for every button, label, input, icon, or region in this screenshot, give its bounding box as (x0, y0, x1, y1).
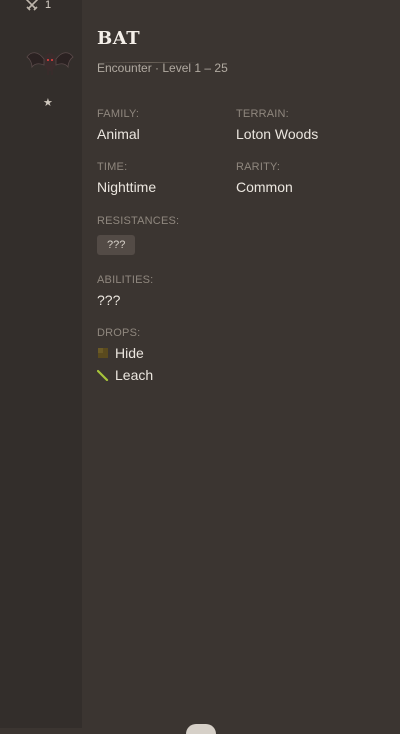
rarity-field: RARITY: Common (236, 161, 293, 195)
favorite-star-icon[interactable]: ★ (43, 96, 53, 109)
rarity-label: RARITY: (236, 161, 281, 173)
drop-item-label: Hide (115, 345, 144, 361)
abilities-label: ABILITIES: (97, 274, 154, 286)
drop-item-label: Leach (115, 367, 154, 383)
terrain-value: Loton Woods (236, 126, 319, 142)
drop-item-hide[interactable]: Hide (97, 345, 153, 361)
rarity-value: Common (236, 179, 293, 195)
bottom-handle[interactable] (186, 724, 216, 734)
crossed-swords-icon (25, 0, 39, 11)
sidebar: 1 ★ (0, 0, 82, 728)
drop-item-leach[interactable]: Leach (97, 367, 153, 383)
terrain-label: TERRAIN: (236, 108, 289, 120)
resistances-field: RESISTANCES: ??? (97, 215, 179, 255)
leach-icon (97, 369, 109, 381)
bat-sprite-icon[interactable] (24, 45, 76, 79)
monster-name: BAT (97, 28, 141, 49)
family-value: Animal (97, 126, 140, 142)
family-label: FAMILY: (97, 108, 140, 120)
battle-count-value: 1 (45, 0, 52, 11)
time-field: TIME: Nighttime (97, 161, 156, 195)
resistances-label: RESISTANCES: (97, 215, 180, 227)
abilities-value: ??? (97, 292, 121, 308)
battle-count[interactable]: 1 (24, 0, 51, 13)
terrain-field: TERRAIN: Loton Woods (236, 108, 318, 142)
hide-icon (98, 348, 108, 358)
resistance-chip[interactable]: ??? (97, 235, 136, 255)
time-label: TIME: (97, 161, 128, 173)
time-value: Nighttime (97, 179, 157, 195)
family-field: FAMILY: Animal (97, 108, 140, 142)
monster-subtitle: Encounter · Level 1 – 25 (97, 61, 228, 75)
drops-field: DROPS: Hide Leach (97, 327, 153, 383)
abilities-field: ABILITIES: ??? (97, 274, 153, 308)
monster-detail-panel: BAT Encounter · Level 1 – 25 FAMILY: Ani… (97, 28, 387, 383)
drops-label: DROPS: (97, 327, 141, 339)
